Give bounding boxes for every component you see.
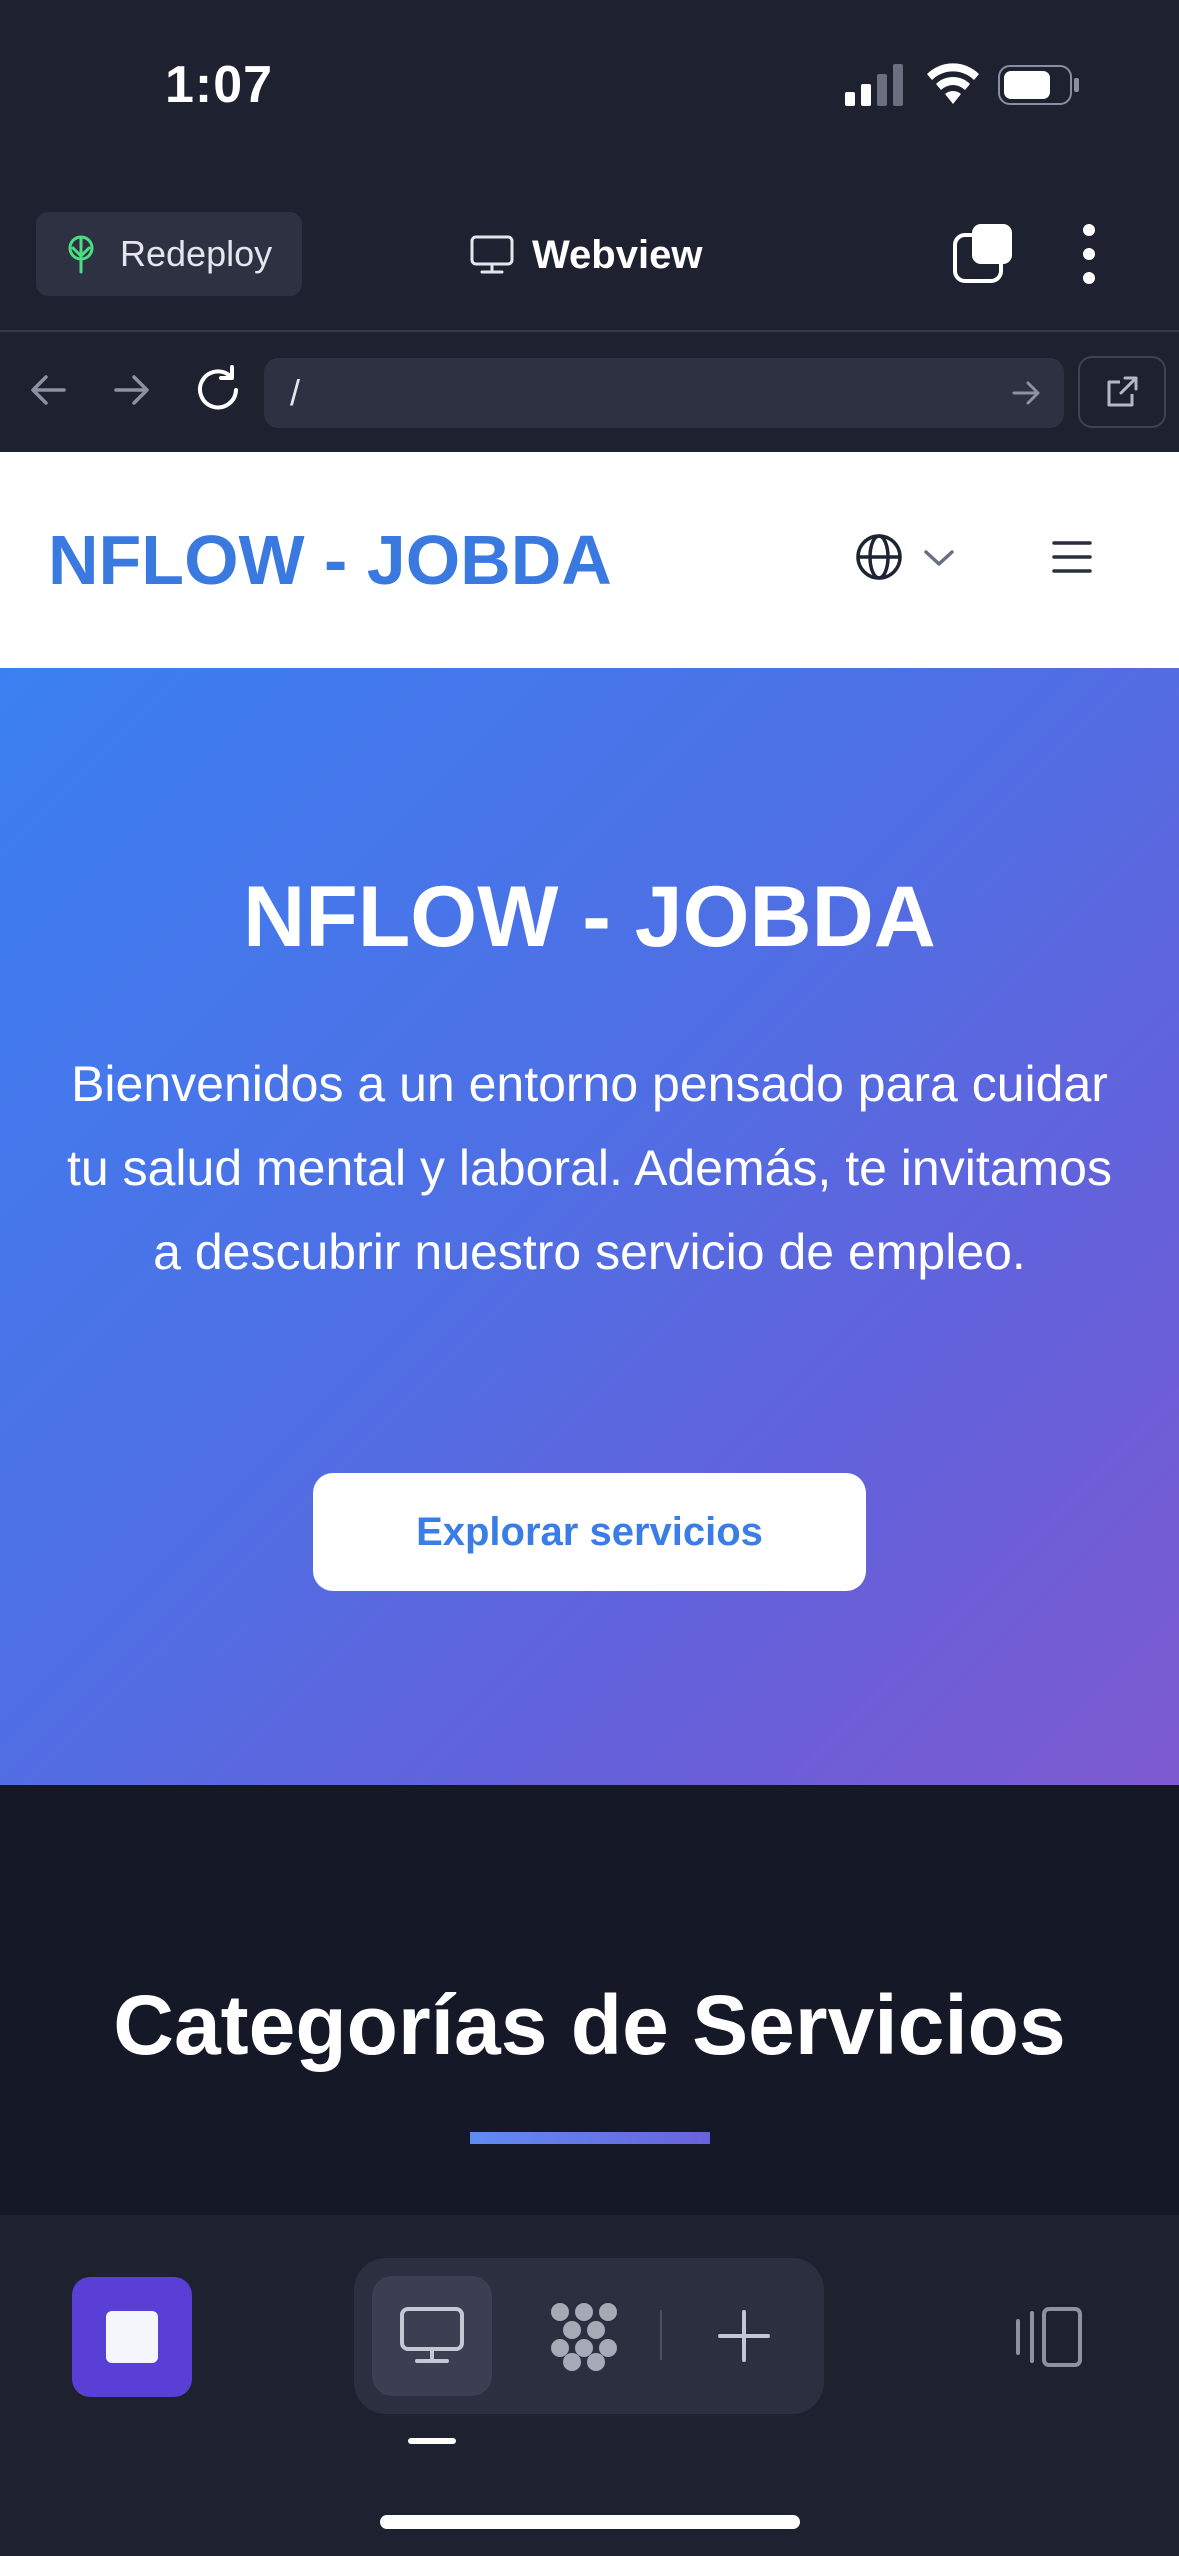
toolbar-group (354, 2258, 824, 2414)
app-bar-divider (0, 330, 1179, 332)
toolbar-separator (660, 2310, 662, 2360)
plus-icon (718, 2310, 770, 2362)
hero-description: Bienvenidos a un entorno pensado para cu… (67, 1056, 1112, 1280)
redeploy-button[interactable]: Redeploy (36, 212, 302, 296)
site-logo[interactable]: NFLOW - JOBDA (48, 520, 612, 600)
battery-icon (998, 65, 1079, 105)
active-tab-indicator (408, 2438, 456, 2444)
add-button[interactable] (684, 2276, 804, 2396)
wifi-icon (927, 63, 979, 104)
open-external-button[interactable] (1078, 356, 1166, 428)
section-title-underline (470, 2132, 710, 2144)
stop-button[interactable] (72, 2277, 192, 2397)
arrow-right-icon[interactable] (108, 366, 156, 414)
vertical-dots-icon[interactable] (1074, 222, 1104, 286)
webview-content: NFLOW - JOBDA NFLOW - JOBDA Bienvenidos … (0, 452, 1179, 2215)
hamburger-menu-icon[interactable] (1052, 540, 1092, 574)
side-panel-icon[interactable] (1010, 2305, 1084, 2369)
monitor-icon (470, 235, 514, 274)
stop-square-icon (106, 2311, 158, 2363)
chevron-down-icon[interactable] (922, 548, 956, 568)
site-header: NFLOW - JOBDA (0, 452, 1179, 668)
home-indicator (380, 2515, 800, 2529)
section-title: Categorías de Servicios (113, 1978, 1066, 2072)
cellular-signal-icon (845, 64, 903, 106)
apps-button[interactable] (524, 2276, 644, 2396)
redeploy-label: Redeploy (120, 233, 273, 274)
dots-grid-icon (551, 2303, 617, 2371)
hero-title: NFLOW - JOBDA (243, 869, 936, 965)
url-input[interactable]: / (264, 358, 1064, 428)
view-label: Webview (532, 232, 703, 277)
app-root: 1:07 Redeploy Webview / NFLOW - JOBDA NF… (0, 0, 1179, 2556)
desktop-view-button[interactable] (372, 2276, 492, 2396)
overlapping-squares-icon[interactable] (952, 222, 1014, 284)
arrow-left-icon[interactable] (24, 366, 72, 414)
explore-services-button[interactable]: Explorar servicios (313, 1473, 866, 1591)
view-switcher[interactable]: Webview (470, 228, 702, 282)
sprout-icon (68, 235, 94, 274)
hero-section: NFLOW - JOBDA Bienvenidos a un entorno p… (0, 668, 1179, 1785)
globe-icon[interactable] (854, 532, 904, 582)
desktop-icon (400, 2307, 464, 2363)
status-time: 1:07 (165, 56, 274, 114)
external-link-icon (1107, 376, 1138, 407)
reload-icon[interactable] (192, 364, 244, 416)
go-arrow-icon[interactable] (1010, 378, 1044, 408)
